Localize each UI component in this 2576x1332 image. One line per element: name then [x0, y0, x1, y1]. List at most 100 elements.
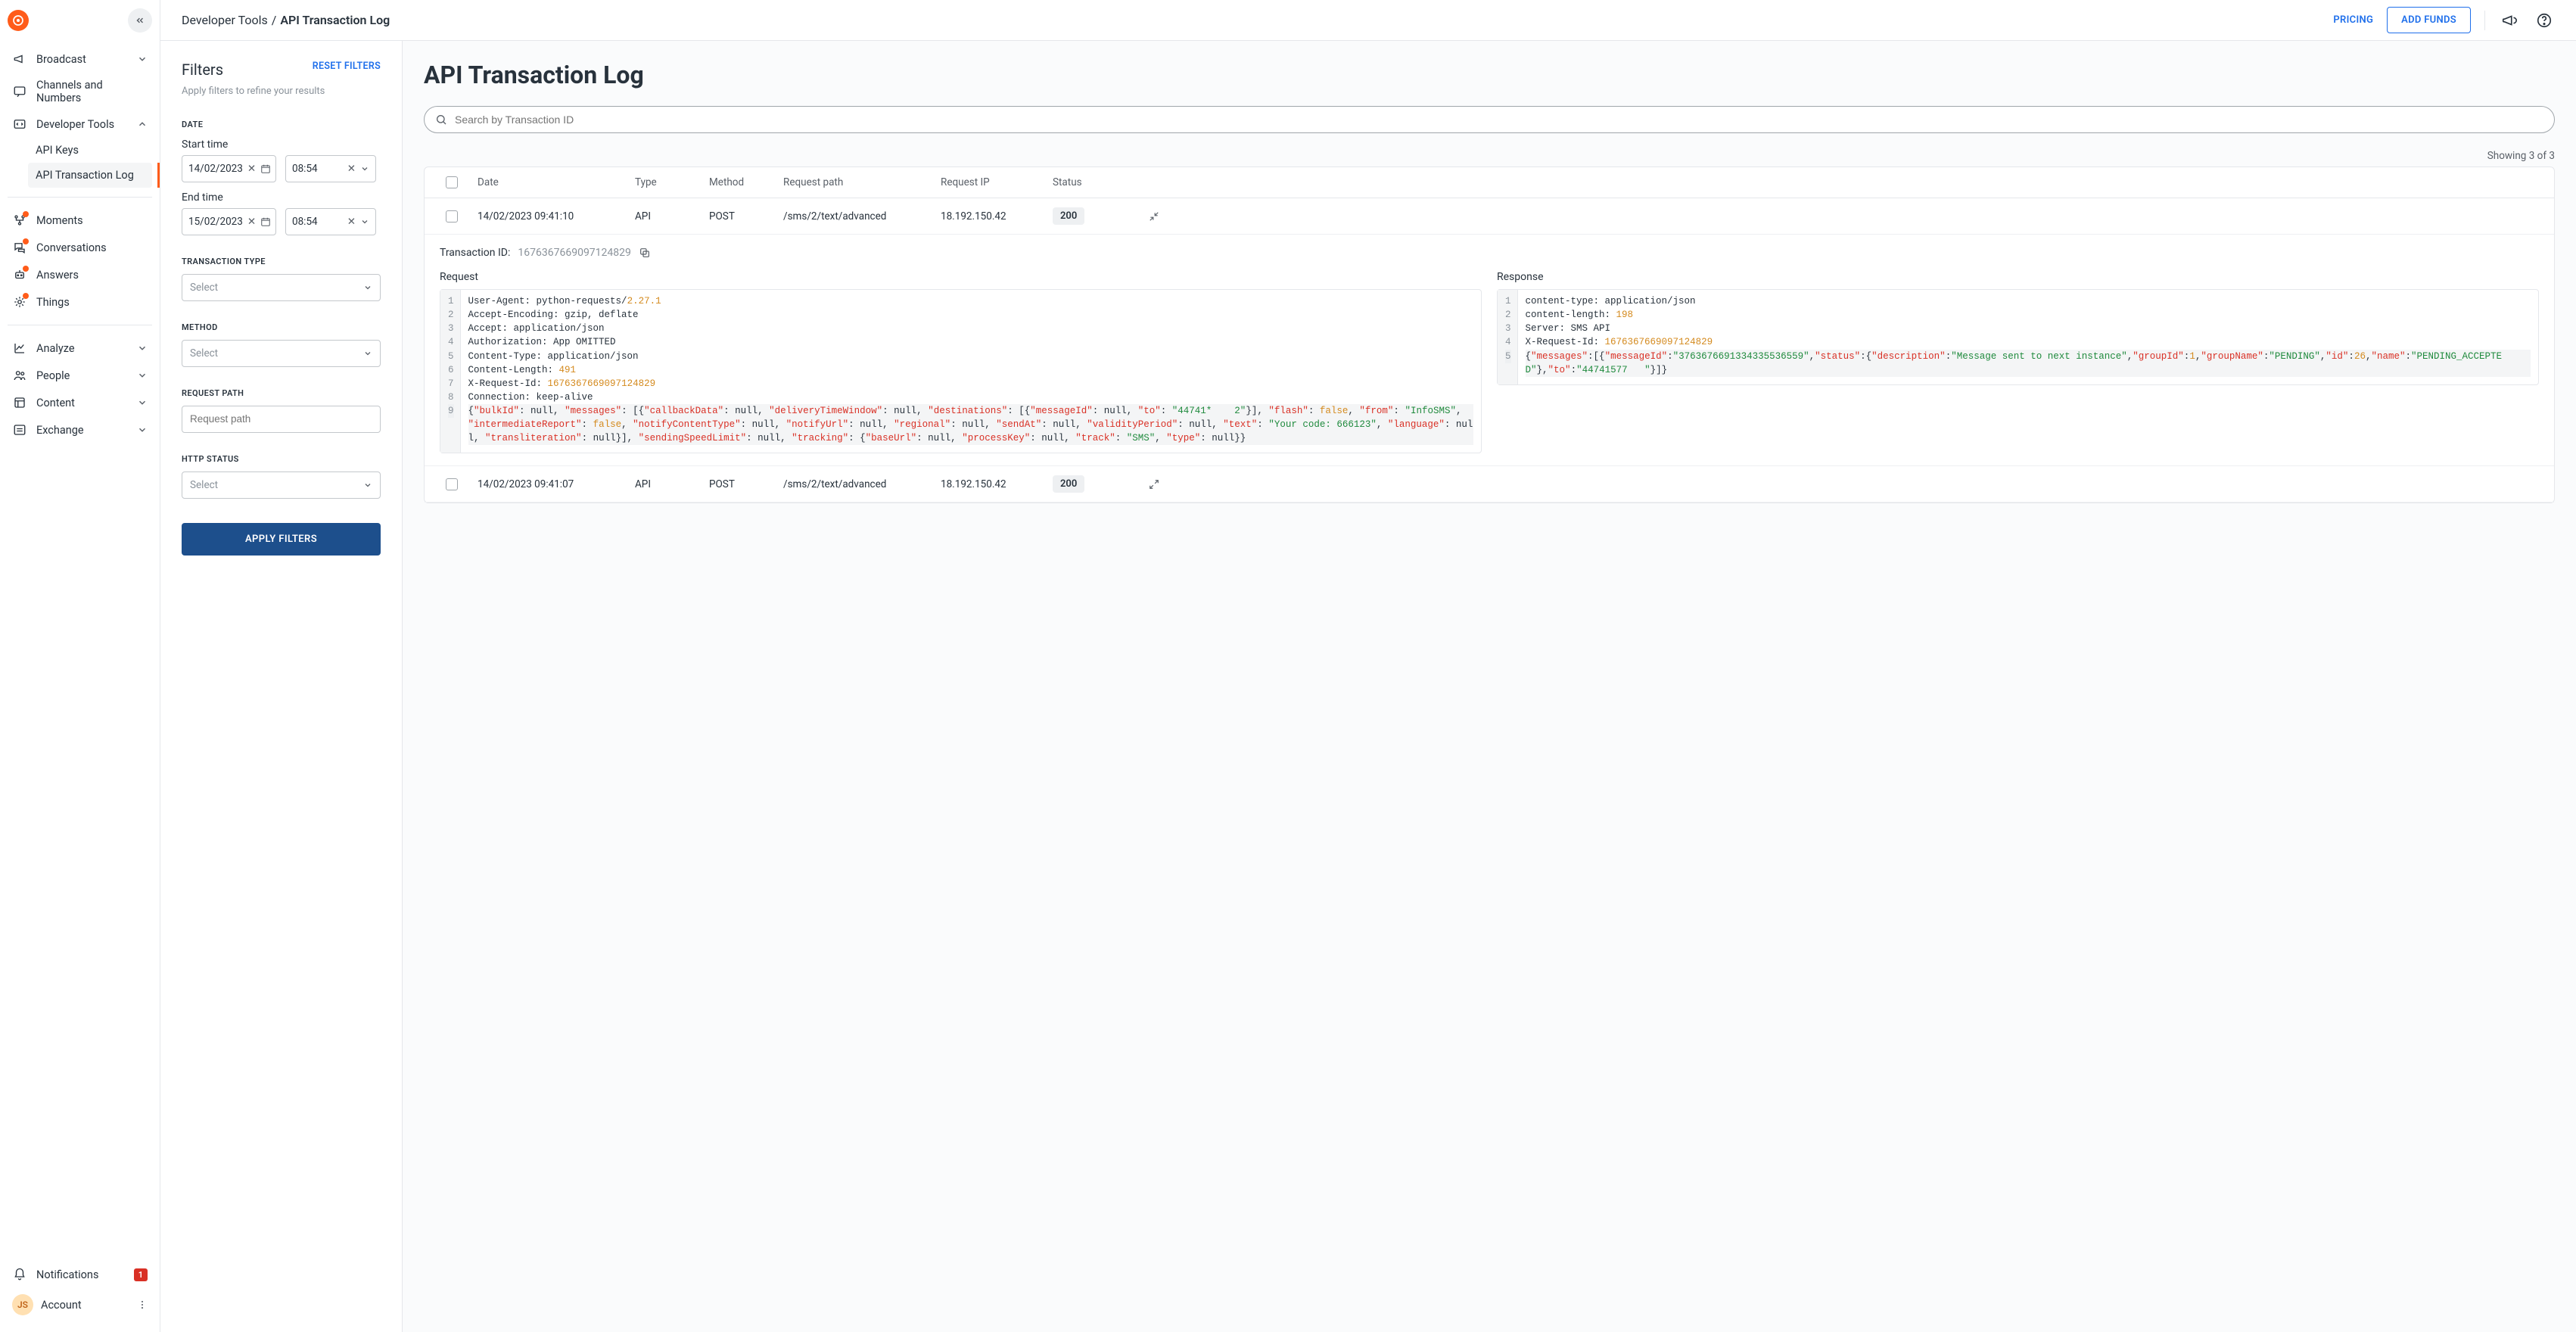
cell-method: POST [709, 478, 777, 490]
collapse-icon[interactable] [1149, 211, 1159, 222]
notifications-item[interactable]: Notifications 1 [8, 1261, 152, 1288]
sidebar-item-label: Answers [36, 269, 148, 282]
method-select[interactable]: Select [182, 340, 381, 367]
request-path-input[interactable] [182, 406, 381, 433]
sidebar-item-analyze[interactable]: Analyze [8, 335, 152, 362]
apply-filters-button[interactable]: APPLY FILTERS [182, 523, 381, 556]
announcements-icon[interactable] [2499, 10, 2520, 31]
topbar: Developer Tools / API Transaction Log PR… [160, 0, 2576, 41]
sidebar-item-content[interactable]: Content [8, 389, 152, 416]
start-date-input[interactable]: 14/02/2023 ✕ [182, 155, 276, 182]
sidebar-item-label: Conversations [36, 241, 148, 254]
table-row[interactable]: 14/02/2023 09:41:07 API POST /sms/2/text… [425, 466, 2554, 503]
search-icon [435, 114, 447, 126]
bell-icon [12, 1267, 27, 1282]
cell-date: 14/02/2023 09:41:10 [478, 210, 629, 223]
sidebar: Broadcast Channels and Numbers Developer… [0, 0, 160, 1332]
sidebar-item-channels-and-numbers[interactable]: Channels and Numbers [8, 73, 152, 110]
sidebar-item-label: People [36, 369, 128, 382]
search-input[interactable] [455, 114, 2543, 126]
chart-icon [12, 341, 27, 356]
brand-logo[interactable] [8, 10, 29, 31]
chevron-down-icon[interactable] [360, 164, 369, 173]
filters-panel: Filters RESET FILTERS Apply filters to r… [160, 41, 403, 1332]
copy-icon[interactable] [639, 247, 651, 259]
calendar-icon[interactable] [260, 216, 271, 227]
response-label: Response [1497, 271, 2539, 283]
method-group-label: METHOD [182, 322, 381, 332]
sidebar-item-exchange[interactable]: Exchange [8, 416, 152, 443]
code-icon [12, 117, 27, 132]
row-checkbox[interactable] [446, 210, 458, 223]
clear-icon[interactable]: ✕ [247, 216, 256, 228]
sidebar-subitem-api-keys[interactable]: API Keys [28, 138, 152, 163]
sidebar-item-things[interactable]: Things [8, 288, 152, 316]
breadcrumb-current: API Transaction Log [280, 13, 390, 27]
exchange-icon [12, 422, 27, 437]
results-table: Date Type Method Request path Request IP… [424, 166, 2555, 503]
cell-path: /sms/2/text/advanced [783, 210, 935, 223]
http-group-label: HTTP STATUS [182, 454, 381, 464]
account-item[interactable]: JS Account [8, 1288, 152, 1321]
sidebar-item-label: Broadcast [36, 53, 128, 66]
sidebar-item-moments[interactable]: Moments [8, 207, 152, 234]
pricing-link[interactable]: PRICING [2333, 14, 2373, 26]
col-status: Status [1053, 176, 1128, 188]
notifications-badge: 1 [134, 1268, 148, 1281]
sidebar-item-people[interactable]: People [8, 362, 152, 389]
avatar: JS [12, 1294, 33, 1315]
txid-label: Transaction ID: [440, 247, 510, 259]
expand-icon[interactable] [1149, 479, 1159, 490]
transaction-type-select[interactable]: Select [182, 274, 381, 301]
calendar-icon[interactable] [260, 163, 271, 174]
sidebar-item-label: Exchange [36, 424, 128, 437]
chevron-down-icon[interactable] [360, 217, 369, 226]
sidebar-item-conversations[interactable]: Conversations [8, 234, 152, 261]
kebab-icon[interactable] [137, 1299, 148, 1310]
account-label: Account [41, 1299, 129, 1312]
cell-ip: 18.192.150.42 [941, 210, 1047, 223]
sidebar-item-answers[interactable]: Answers [8, 261, 152, 288]
people-icon [12, 368, 27, 383]
row-detail-panel: Transaction ID: 1676367669097124829 Requ… [425, 235, 2554, 466]
request-codeblock: 123456789 User-Agent: python-requests/2.… [440, 289, 1482, 453]
end-time-input[interactable]: 08:54 ✕ [285, 208, 376, 235]
megaphone-icon [12, 51, 27, 67]
http-status-select[interactable]: Select [182, 471, 381, 499]
cell-type: API [635, 210, 703, 223]
results-panel: API Transaction Log Showing 3 of 3 Date … [403, 41, 2576, 1332]
response-codeblock: 12345 content-type: application/json con… [1497, 289, 2539, 385]
select-all-checkbox[interactable] [446, 176, 458, 188]
table-header: Date Type Method Request path Request IP… [425, 167, 2554, 198]
help-icon[interactable] [2534, 10, 2555, 31]
flow-icon [12, 213, 27, 228]
add-funds-button[interactable]: ADD FUNDS [2387, 7, 2471, 33]
start-time-input[interactable]: 08:54 ✕ [285, 155, 376, 182]
col-date: Date [478, 176, 629, 188]
sidebar-item-label: Content [36, 397, 128, 409]
request-label: Request [440, 271, 1482, 283]
content-icon [12, 395, 27, 410]
table-row[interactable]: 14/02/2023 09:41:10 API POST /sms/2/text… [425, 198, 2554, 235]
clear-icon[interactable]: ✕ [347, 216, 356, 228]
page-title: API Transaction Log [424, 61, 2555, 89]
cell-date: 14/02/2023 09:41:07 [478, 478, 629, 490]
date-group-label: DATE [182, 120, 381, 129]
row-checkbox[interactable] [446, 478, 458, 490]
sidebar-item-broadcast[interactable]: Broadcast [8, 45, 152, 73]
sidebar-subitem-api-transaction-log[interactable]: API Transaction Log [28, 163, 152, 188]
search-bar[interactable] [424, 106, 2555, 133]
sidebar-item-label: Analyze [36, 342, 128, 355]
collapse-sidebar-button[interactable] [128, 8, 152, 33]
cell-type: API [635, 478, 703, 490]
clear-icon[interactable]: ✕ [247, 163, 256, 175]
sidebar-item-developer-tools[interactable]: Developer Tools [8, 110, 152, 138]
clear-icon[interactable]: ✕ [347, 163, 356, 175]
end-time-label: End time [182, 191, 381, 204]
end-date-input[interactable]: 15/02/2023 ✕ [182, 208, 276, 235]
cell-path: /sms/2/text/advanced [783, 478, 935, 490]
txid-value: 1676367669097124829 [518, 247, 631, 259]
reset-filters-button[interactable]: RESET FILTERS [313, 61, 381, 72]
col-ip: Request IP [941, 176, 1047, 188]
breadcrumb-parent[interactable]: Developer Tools [182, 13, 268, 27]
